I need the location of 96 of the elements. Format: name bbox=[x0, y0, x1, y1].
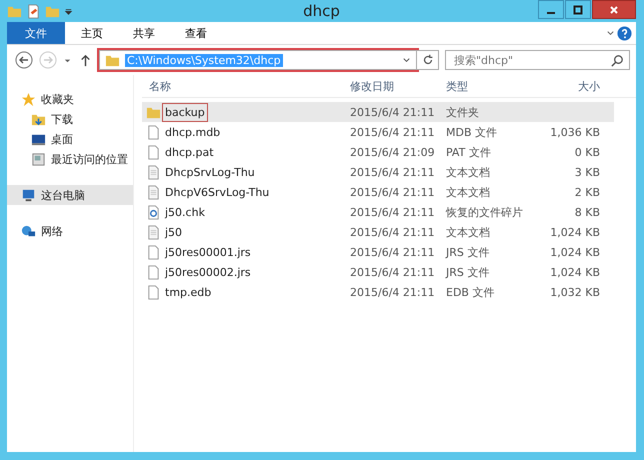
sidebar-item[interactable]: 网络 bbox=[7, 221, 133, 241]
file-name: dhcp.mdb bbox=[165, 126, 220, 138]
file-icon bbox=[146, 244, 161, 260]
back-icon[interactable] bbox=[15, 51, 33, 69]
file-row[interactable]: j50.chk 2015/6/4 21:11 恢复的文件碎片 8 KB bbox=[142, 202, 614, 222]
file-icon bbox=[146, 124, 161, 140]
dropdown-icon[interactable] bbox=[64, 6, 73, 16]
date-cell-text: 2015/6/4 21:11 bbox=[349, 126, 436, 138]
text-file-icon bbox=[146, 164, 161, 180]
size-cell-text: 3 KB bbox=[574, 166, 600, 178]
size-cell-text: 1,032 KB bbox=[549, 286, 600, 298]
file-row[interactable]: j50 2015/6/4 21:11 文本文档 1,024 KB bbox=[142, 222, 614, 242]
file-icon bbox=[146, 284, 161, 300]
file-row[interactable]: DhcpSrvLog-Thu 2015/6/4 21:11 文本文档 3 KB bbox=[142, 162, 614, 182]
column-header[interactable]: 修改日期 bbox=[346, 78, 446, 94]
sidebar-label: 这台电脑 bbox=[41, 188, 85, 202]
date-cell-text: 2015/6/4 21:11 bbox=[349, 266, 436, 278]
search-field[interactable]: 搜索"dhcp" bbox=[445, 50, 630, 70]
sidebar-item[interactable]: 桌面 bbox=[7, 129, 133, 149]
column-header[interactable]: 名称 bbox=[142, 78, 346, 94]
refresh-button[interactable] bbox=[417, 50, 439, 70]
file-row[interactable]: backup 2015/6/4 21:11 文件夹 bbox=[142, 102, 614, 122]
file-name: j50res00002.jrs bbox=[165, 266, 251, 278]
size-cell-text: 1,024 KB bbox=[549, 226, 600, 238]
type-cell-text: JRS 文件 bbox=[446, 264, 490, 280]
maximize-icon bbox=[573, 4, 583, 14]
size-cell-text: 2 KB bbox=[574, 186, 600, 198]
size-cell-text: 1,024 KB bbox=[549, 246, 600, 258]
sidebar-label: 最近访问的位置 bbox=[51, 152, 128, 166]
sidebar-label: 桌面 bbox=[51, 132, 73, 146]
date-cell-text: 2015/6/4 21:11 bbox=[349, 166, 436, 178]
file-name: DhcpV6SrvLog-Thu bbox=[165, 186, 270, 198]
ribbon-tab[interactable]: 共享 bbox=[119, 22, 169, 44]
search-icon[interactable] bbox=[610, 53, 625, 68]
file-row[interactable]: j50res00001.jrs 2015/6/4 21:11 JRS 文件 1,024 KB bbox=[142, 242, 614, 262]
minimize-icon bbox=[547, 12, 555, 14]
maximize-button[interactable] bbox=[565, 0, 591, 19]
type-cell-text: MDB 文件 bbox=[446, 124, 498, 140]
file-icon bbox=[146, 264, 161, 280]
network-icon bbox=[21, 224, 36, 238]
file-row[interactable]: DhcpV6SrvLog-Thu 2015/6/4 21:11 文本文档 2 KB bbox=[142, 182, 614, 202]
dropdown-icon[interactable] bbox=[402, 56, 411, 64]
sidebar-label: 网络 bbox=[41, 224, 63, 238]
help-icon[interactable] bbox=[617, 26, 632, 40]
column-header[interactable]: 大小 bbox=[540, 78, 600, 94]
date-cell-text: 2015/6/4 21:11 bbox=[349, 246, 436, 258]
close-icon bbox=[609, 4, 619, 14]
recent-places-icon bbox=[31, 152, 46, 166]
date-cell-text: 2015/6/4 21:11 bbox=[349, 106, 436, 118]
date-cell-text: 2015/6/4 21:11 bbox=[349, 206, 436, 218]
size-cell-text: 1,036 KB bbox=[549, 126, 600, 138]
type-cell-text: EDB 文件 bbox=[446, 284, 496, 300]
sidebar-item[interactable]: 收藏夹 bbox=[7, 89, 133, 109]
file-name: DhcpSrvLog-Thu bbox=[165, 166, 255, 178]
date-cell-text: 2015/6/4 21:11 bbox=[349, 286, 436, 298]
ribbon-tab[interactable]: 主页 bbox=[67, 22, 117, 44]
star-icon bbox=[21, 92, 36, 106]
file-name: j50 bbox=[165, 226, 182, 238]
column-header[interactable]: 类型 bbox=[446, 78, 540, 94]
minimize-button[interactable] bbox=[538, 0, 564, 19]
size-cell-text: 8 KB bbox=[574, 206, 600, 218]
close-button[interactable] bbox=[592, 0, 636, 19]
size-cell-text: 0 KB bbox=[574, 146, 600, 158]
expand-ribbon-icon[interactable] bbox=[606, 28, 615, 38]
type-cell-text: 文本文档 bbox=[446, 224, 491, 240]
window-title: dhcp bbox=[303, 2, 340, 20]
file-row[interactable]: dhcp.pat 2015/6/4 21:09 PAT 文件 0 KB bbox=[142, 142, 614, 162]
file-row[interactable]: tmp.edb 2015/6/4 21:11 EDB 文件 1,032 KB bbox=[142, 282, 614, 302]
type-cell-text: 恢复的文件碎片 bbox=[446, 204, 524, 220]
file-row[interactable]: dhcp.mdb 2015/6/4 21:11 MDB 文件 1,036 KB bbox=[142, 122, 614, 142]
sidebar-label: 收藏夹 bbox=[41, 92, 74, 106]
file-name: j50res00001.jrs bbox=[165, 246, 251, 258]
file-name: j50.chk bbox=[165, 206, 205, 218]
sidebar-item[interactable]: 最近访问的位置 bbox=[7, 149, 133, 169]
file-name: tmp.edb bbox=[165, 286, 212, 298]
file-name: backup bbox=[165, 106, 205, 118]
date-cell-text: 2015/6/4 21:09 bbox=[349, 146, 436, 158]
file-name: dhcp.pat bbox=[165, 146, 214, 158]
computer-icon bbox=[21, 188, 36, 202]
sidebar-item[interactable]: 下载 bbox=[7, 109, 133, 129]
file-icon bbox=[146, 144, 161, 160]
sidebar-label: 下载 bbox=[51, 112, 73, 126]
sidebar-item[interactable]: 这台电脑 bbox=[7, 185, 133, 205]
ribbon-tab[interactable]: 文件 bbox=[7, 22, 65, 44]
type-cell-text: 文件夹 bbox=[446, 104, 480, 120]
size-cell-text: 1,024 KB bbox=[549, 266, 600, 278]
ribbon-tab[interactable]: 查看 bbox=[171, 22, 221, 44]
type-cell-text: 文本文档 bbox=[446, 184, 491, 200]
text-file-icon bbox=[146, 184, 161, 200]
type-cell-text: PAT 文件 bbox=[446, 144, 492, 160]
text-file-icon bbox=[146, 224, 161, 240]
type-cell-text: 文本文档 bbox=[446, 164, 491, 180]
type-cell-text: JRS 文件 bbox=[446, 244, 490, 260]
file-row[interactable]: j50res00002.jrs 2015/6/4 21:11 JRS 文件 1,024 KB bbox=[142, 262, 614, 282]
date-cell-text: 2015/6/4 21:11 bbox=[349, 226, 436, 238]
date-cell-text: 2015/6/4 21:11 bbox=[349, 186, 436, 198]
